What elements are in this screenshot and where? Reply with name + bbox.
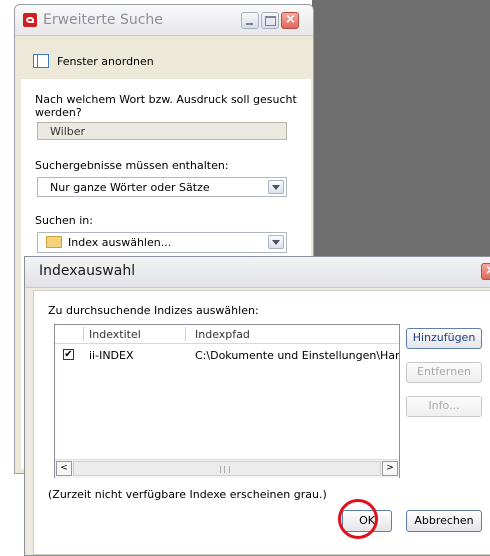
scroll-left-button[interactable]: < — [56, 461, 72, 476]
column-divider[interactable] — [185, 327, 186, 341]
close-icon: × — [285, 12, 296, 27]
index-table-header: Indextitel Indexpfad — [55, 325, 399, 344]
pdf-icon — [23, 13, 37, 27]
horizontal-scrollbar[interactable]: < > — [55, 459, 399, 478]
add-index-button[interactable]: Hinzufügen — [406, 328, 482, 349]
search-in-label: Suchen in: — [35, 214, 93, 227]
maximize-button[interactable] — [261, 12, 279, 29]
column-header-index-path[interactable]: Indexpfad — [195, 328, 250, 341]
chevron-down-icon[interactable] — [268, 180, 284, 194]
minimize-button[interactable] — [241, 12, 259, 29]
cancel-button[interactable]: Abbrechen — [406, 510, 482, 532]
remove-index-button[interactable]: Entfernen — [406, 362, 482, 383]
index-table[interactable]: Indextitel Indexpfad ✔ ii-INDEX C:\Dokum… — [54, 324, 400, 478]
folder-icon — [46, 236, 62, 248]
scrollbar-thumb[interactable] — [73, 461, 381, 476]
chevron-down-icon[interactable] — [268, 235, 284, 249]
index-row-path[interactable]: C:\Dokumente und Einstellungen\Hans-Ju — [195, 349, 399, 362]
column-header-index-title[interactable]: Indextitel — [89, 328, 141, 341]
arrange-windows-link[interactable]: Fenster anordnen — [57, 55, 154, 68]
window-arrange-icon[interactable] — [33, 54, 49, 68]
column-divider[interactable] — [83, 327, 84, 341]
search-window-title: Erweiterte Suche — [43, 12, 163, 28]
scrollbar-grip-icon — [220, 466, 230, 473]
index-row-title[interactable]: ii-INDEX — [89, 349, 134, 362]
must-contain-label: Suchergebnisse müssen enthalten: — [35, 159, 229, 172]
choose-indexes-label: Zu durchsuchende Indizes auswählen: — [48, 304, 259, 317]
index-row-checkbox[interactable]: ✔ — [63, 349, 74, 360]
desktop-background — [312, 0, 490, 260]
search-question-label: Nach welchem Wort bzw. Ausdruck soll ges… — [35, 93, 297, 119]
unavailable-indexes-note: (Zurzeit nicht verfügbare Indexe erschei… — [48, 488, 327, 501]
search-window-titlebar[interactable]: Erweiterte Suche × — [15, 5, 313, 36]
search-in-select[interactable]: Index auswählen... — [37, 232, 287, 253]
must-contain-select[interactable]: Nur ganze Wörter oder Sätze — [37, 177, 287, 197]
highlight-circle — [338, 499, 378, 539]
must-contain-value: Nur ganze Wörter oder Sätze — [50, 181, 210, 194]
index-dialog-content: Zu durchsuchende Indizes auswählen: Inde… — [24, 256, 490, 551]
scroll-right-button[interactable]: > — [382, 461, 398, 476]
info-button[interactable]: Info... — [406, 396, 482, 417]
search-in-value: Index auswählen... — [68, 236, 172, 249]
search-term-input[interactable]: Wilber — [37, 122, 287, 140]
close-button[interactable]: × — [281, 12, 299, 29]
